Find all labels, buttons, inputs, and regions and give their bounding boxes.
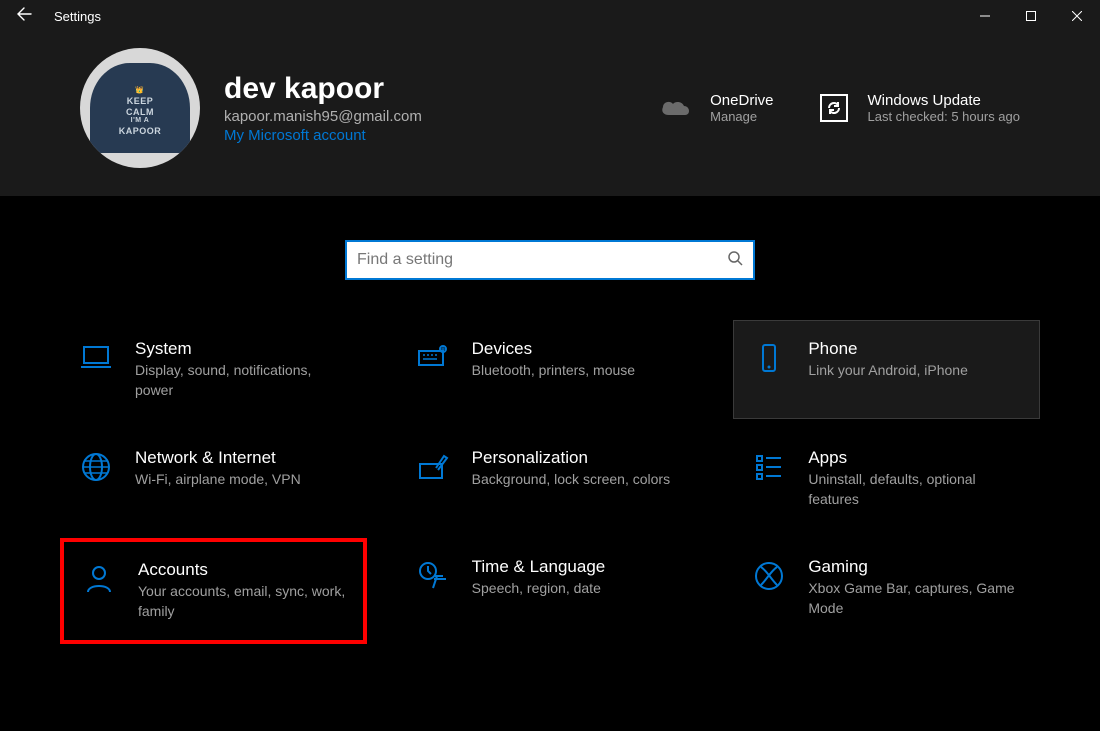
tile-description: Display, sound, notifications, power — [135, 361, 352, 400]
paint-icon — [416, 450, 450, 484]
search-icon — [727, 250, 743, 271]
back-button[interactable] — [0, 6, 48, 27]
minimize-button[interactable] — [962, 0, 1008, 32]
time-language-icon — [416, 559, 450, 593]
person-icon — [82, 562, 116, 596]
phone-icon — [752, 341, 786, 375]
windows-update-title: Windows Update — [868, 92, 1021, 109]
user-email: kapoor.manish95@gmail.com — [224, 108, 422, 125]
update-icon — [818, 92, 850, 124]
tile-system[interactable]: SystemDisplay, sound, notifications, pow… — [60, 320, 367, 419]
tile-description: Link your Android, iPhone — [808, 361, 1025, 381]
tile-network[interactable]: Network & InternetWi-Fi, airplane mode, … — [60, 429, 367, 528]
window-title: Settings — [48, 9, 101, 24]
tile-phone[interactable]: PhoneLink your Android, iPhone — [733, 320, 1040, 419]
minimize-icon — [980, 11, 990, 21]
tile-title: Gaming — [808, 557, 1025, 577]
tile-devices[interactable]: DevicesBluetooth, printers, mouse — [397, 320, 704, 419]
titlebar: Settings — [0, 0, 1100, 32]
search-section — [0, 196, 1100, 300]
avatar-text: KAPOOR — [119, 126, 162, 137]
avatar-text: CALM — [126, 107, 154, 118]
laptop-icon — [79, 341, 113, 375]
tile-title: Apps — [808, 448, 1025, 468]
tile-description: Background, lock screen, colors — [472, 470, 689, 490]
avatar[interactable]: 👑 KEEP CALM I'M A KAPOOR — [80, 48, 200, 168]
globe-icon — [79, 450, 113, 484]
tile-title: Phone — [808, 339, 1025, 359]
tile-description: Speech, region, date — [472, 579, 689, 599]
windows-update-link[interactable]: Windows Update Last checked: 5 hours ago — [814, 92, 1021, 124]
close-button[interactable] — [1054, 0, 1100, 32]
tile-time-language[interactable]: Time & LanguageSpeech, region, date — [397, 538, 704, 643]
onedrive-subtitle: Manage — [710, 109, 773, 124]
tile-description: Xbox Game Bar, captures, Game Mode — [808, 579, 1025, 618]
maximize-button[interactable] — [1008, 0, 1054, 32]
settings-grid: SystemDisplay, sound, notifications, pow… — [0, 300, 1100, 654]
search-input[interactable] — [357, 251, 727, 269]
arrow-left-icon — [16, 6, 32, 22]
tile-title: Accounts — [138, 560, 349, 580]
tile-title: Personalization — [472, 448, 689, 468]
account-header: 👑 KEEP CALM I'M A KAPOOR dev kapoor kapo… — [0, 32, 1100, 196]
avatar-text: I'M A — [131, 117, 150, 125]
tile-apps[interactable]: AppsUninstall, defaults, optional featur… — [733, 429, 1040, 528]
cloud-icon — [658, 96, 694, 120]
tile-description: Bluetooth, printers, mouse — [472, 361, 689, 381]
xbox-icon — [752, 559, 786, 593]
tile-title: Network & Internet — [135, 448, 352, 468]
close-icon — [1072, 11, 1082, 21]
user-info: dev kapoor kapoor.manish95@gmail.com My … — [224, 72, 422, 144]
tile-accounts[interactable]: AccountsYour accounts, email, sync, work… — [60, 538, 367, 643]
user-display-name: dev kapoor — [224, 72, 422, 106]
onedrive-title: OneDrive — [710, 92, 773, 109]
tile-title: System — [135, 339, 352, 359]
tile-title: Devices — [472, 339, 689, 359]
my-microsoft-account-link[interactable]: My Microsoft account — [224, 127, 422, 144]
tile-description: Your accounts, email, sync, work, family — [138, 582, 349, 621]
tile-title: Time & Language — [472, 557, 689, 577]
tile-personalization[interactable]: PersonalizationBackground, lock screen, … — [397, 429, 704, 528]
maximize-icon — [1026, 11, 1036, 21]
search-box[interactable] — [345, 240, 755, 280]
apps-list-icon — [752, 450, 786, 484]
tile-description: Uninstall, defaults, optional features — [808, 470, 1025, 509]
avatar-text: KEEP — [127, 96, 154, 107]
windows-update-subtitle: Last checked: 5 hours ago — [868, 109, 1021, 124]
tile-gaming[interactable]: GamingXbox Game Bar, captures, Game Mode — [733, 538, 1040, 643]
keyboard-icon — [416, 341, 450, 375]
onedrive-link[interactable]: OneDrive Manage — [656, 92, 773, 124]
tile-description: Wi-Fi, airplane mode, VPN — [135, 470, 352, 490]
